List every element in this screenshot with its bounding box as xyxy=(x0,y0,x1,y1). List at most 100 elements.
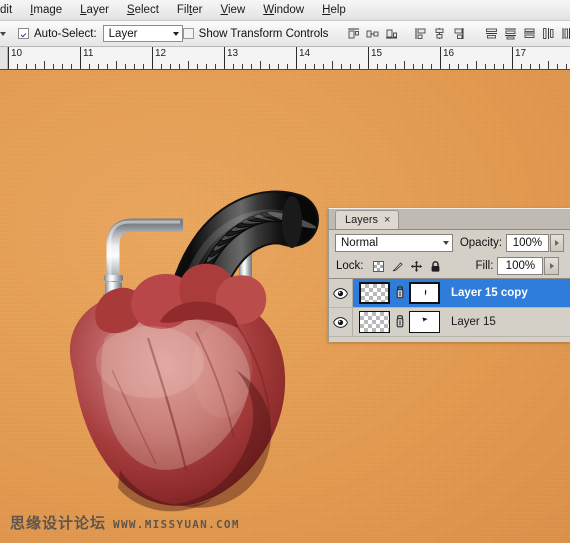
opacity-label: Opacity: xyxy=(459,236,503,249)
link-icon[interactable] xyxy=(394,314,405,330)
link-icon[interactable] xyxy=(394,285,405,301)
ruler-minor-tick xyxy=(242,64,243,69)
menu-select-mnemonic: S xyxy=(126,4,135,16)
menu-edit[interactable]: dit xyxy=(0,1,21,19)
ruler-minor-tick xyxy=(449,64,450,69)
align-left-edges-icon[interactable] xyxy=(345,25,362,42)
blend-mode-dropdown[interactable]: Normal xyxy=(335,233,453,252)
ruler-minor-tick xyxy=(89,64,90,69)
layer-mask-thumbnail[interactable] xyxy=(409,311,440,333)
menu-image[interactable]: Image xyxy=(21,1,71,19)
menu-filter[interactable]: Filter xyxy=(168,1,212,19)
blend-mode-value: Normal xyxy=(341,236,379,249)
auto-select-scope-dropdown[interactable]: Layer xyxy=(102,25,183,42)
layer-mask-thumbnail[interactable] xyxy=(409,282,440,304)
ruler-minor-tick xyxy=(467,64,468,69)
ruler-minor-tick xyxy=(62,64,63,69)
ruler-minor-tick xyxy=(98,64,99,69)
show-transform-controls-label: Show Transform Controls xyxy=(198,27,329,40)
distribute-vertical-centers-icon[interactable] xyxy=(502,25,519,42)
menu-edit-label: dit xyxy=(0,4,13,16)
opacity-value: 100% xyxy=(512,236,543,249)
layer-name: Layer 15 copy xyxy=(451,287,528,299)
opacity-slider-button[interactable] xyxy=(549,233,564,252)
menu-filter-label: Fil xyxy=(176,4,190,16)
ruler-minor-tick xyxy=(17,64,18,69)
lock-all-icon[interactable] xyxy=(429,260,442,273)
ruler-minor-tick xyxy=(314,64,315,69)
ruler-minor-tick xyxy=(422,64,423,69)
close-icon[interactable]: × xyxy=(384,214,390,226)
ruler-major-tick xyxy=(80,47,81,69)
menu-help[interactable]: Help xyxy=(313,1,355,19)
menu-view[interactable]: View xyxy=(211,1,254,19)
ruler-minor-tick xyxy=(197,64,198,69)
horizontal-ruler[interactable]: 10 11 12 13 14 15 16 17 xyxy=(0,47,570,70)
distribute-bottom-edges-icon[interactable] xyxy=(521,25,538,42)
menu-window-mnemonic: W xyxy=(263,4,275,16)
photoshop-window: dit Image Layer Select Filter View Windo… xyxy=(0,0,570,543)
layer-visibility-toggle[interactable] xyxy=(329,308,353,336)
ruler-minor-tick xyxy=(350,64,351,69)
tab-layers[interactable]: Layers × xyxy=(335,210,400,229)
panel-tab-bar: Layers × xyxy=(329,209,570,230)
layers-panel[interactable]: Layers × Normal Opacity: 100% Lock: Fill… xyxy=(328,208,570,342)
ruler-minor-tick xyxy=(269,64,270,69)
menu-layer[interactable]: Layer xyxy=(71,1,118,19)
layer-thumbnail[interactable] xyxy=(359,282,390,304)
auto-select-scope-value: Layer xyxy=(108,27,138,40)
lock-icons-group xyxy=(372,260,442,273)
menu-window[interactable]: Window xyxy=(254,1,313,19)
ruler-minor-tick xyxy=(215,64,216,69)
ruler-minor-tick xyxy=(557,64,558,69)
ruler-minor-tick xyxy=(233,64,234,69)
ruler-major-tick xyxy=(440,47,441,69)
menu-view-mnemonic: V xyxy=(220,4,228,16)
ruler-minor-tick xyxy=(431,64,432,69)
ruler-minor-tick xyxy=(260,61,261,69)
align-vertical-centers-icon[interactable] xyxy=(431,25,448,42)
layer-row[interactable]: Layer 15 copy xyxy=(329,279,570,308)
layer-thumbnails xyxy=(353,282,440,304)
align-bottom-edges-icon[interactable] xyxy=(450,25,467,42)
ruler-major-tick xyxy=(152,47,153,69)
lock-label: Lock: xyxy=(336,260,364,272)
distribute-horizontal-centers-icon[interactable] xyxy=(559,25,570,42)
layer-row[interactable]: Layer 15 xyxy=(329,308,570,337)
opacity-input[interactable]: 100% xyxy=(506,233,549,252)
ruler-minor-tick xyxy=(179,64,180,69)
tab-layers-label: Layers xyxy=(345,214,379,226)
menu-select[interactable]: Select xyxy=(118,1,168,19)
lock-position-icon[interactable] xyxy=(410,260,423,273)
align-horizontal-centers-icon[interactable] xyxy=(364,25,381,42)
fill-slider-button[interactable] xyxy=(544,257,560,275)
distribute-left-edges-icon[interactable] xyxy=(540,25,557,42)
chevron-right-icon xyxy=(549,263,554,269)
menu-filter-label2: er xyxy=(192,4,203,16)
ruler-tick-label: 16 xyxy=(443,48,455,59)
lock-transparent-pixels-icon[interactable] xyxy=(372,260,385,273)
ruler-tick-label: 10 xyxy=(11,48,23,59)
ruler-minor-tick xyxy=(521,64,522,69)
chevron-down-icon xyxy=(0,31,6,36)
align-top-edges-icon[interactable] xyxy=(412,25,429,42)
ruler-tick-label: 11 xyxy=(83,48,94,59)
ruler-tick-label: 13 xyxy=(227,48,239,59)
layer-list: Layer 15 copy Layer 15 xyxy=(329,279,570,337)
ruler-minor-tick xyxy=(548,61,549,69)
layer-thumbnail[interactable] xyxy=(359,311,390,333)
ruler-tick-label: 12 xyxy=(155,48,167,59)
fill-input[interactable]: 100% xyxy=(497,257,544,275)
ruler-minor-tick xyxy=(53,64,54,69)
layer-visibility-toggle[interactable] xyxy=(329,279,353,307)
tool-preset-picker[interactable] xyxy=(0,31,6,36)
lock-image-pixels-icon[interactable] xyxy=(391,260,404,273)
ruler-minor-tick xyxy=(404,61,405,69)
align-right-edges-icon[interactable] xyxy=(383,25,400,42)
auto-select-checkbox[interactable] xyxy=(18,28,29,39)
ruler-minor-tick xyxy=(26,64,27,69)
distribute-top-edges-icon[interactable] xyxy=(483,25,500,42)
lock-fill-row: Lock: Fill: 100% xyxy=(329,254,570,278)
show-transform-controls-checkbox[interactable] xyxy=(182,28,194,39)
ruler-corner xyxy=(0,47,8,69)
